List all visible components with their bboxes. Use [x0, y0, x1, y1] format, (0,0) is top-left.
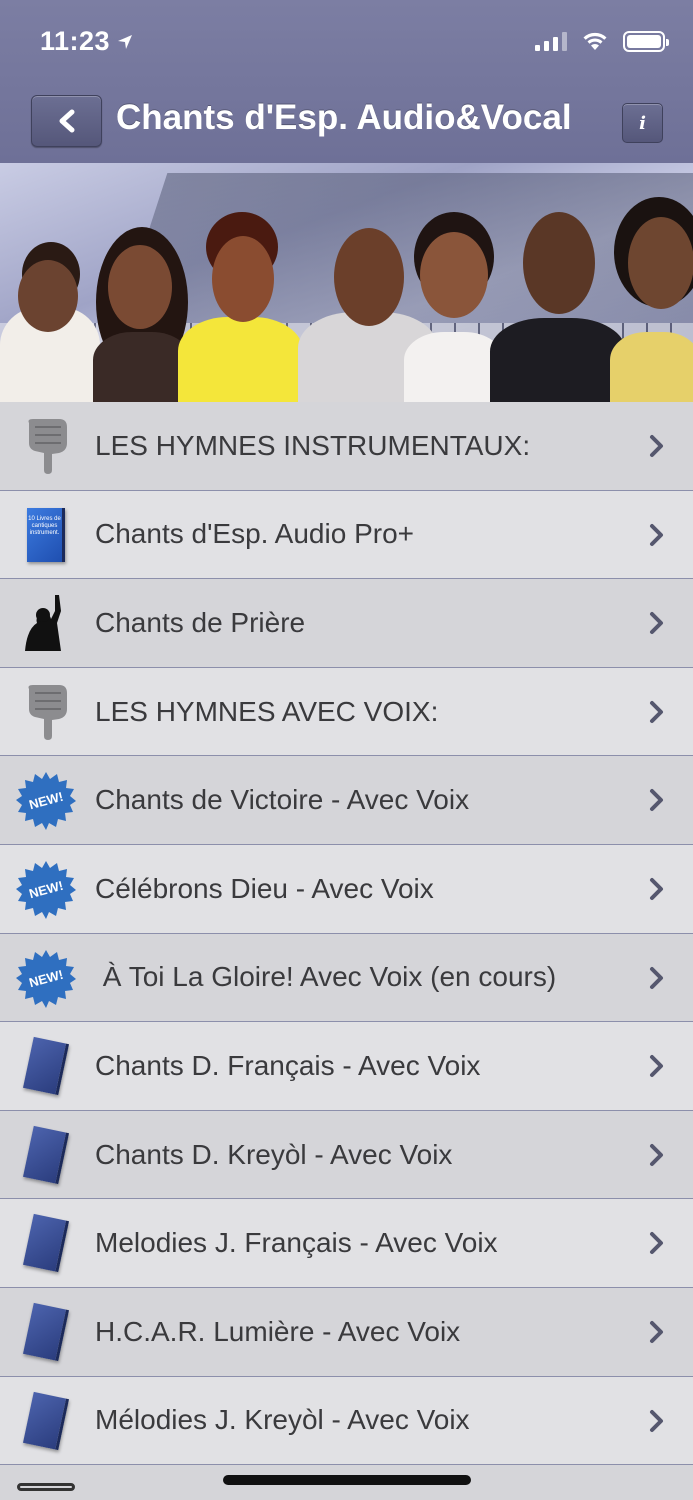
list-item-label: Chants D. Kreyòl - Avec Voix: [95, 1138, 453, 1170]
list-item-label: Chants de Prière: [95, 606, 306, 638]
pointing-hand-icon: [14, 414, 78, 478]
banner-image: [0, 163, 693, 402]
list-item-chants-de-priere[interactable]: Chants de Prière: [0, 579, 693, 668]
list-item-label: Chants de Victoire - Avec Voix: [95, 784, 470, 816]
menu-list: LES HYMNES INSTRUMENTAUX: 10 Livres de c…: [0, 402, 693, 1500]
singer-photo: [610, 197, 693, 402]
chevron-right-icon: [650, 789, 663, 812]
list-item-chants-d-kreyol[interactable]: Chants D. Kreyòl - Avec Voix: [0, 1110, 693, 1200]
page-title: Chants d'Esp. Audio&Vocal: [116, 98, 572, 137]
book-cover-text: 10 Livres de cantiques instrument.: [27, 507, 65, 562]
list-item-celebrons-dieu[interactable]: NEW! Célébrons Dieu - Avec Voix: [0, 844, 693, 934]
chevron-right-icon: [650, 966, 663, 989]
new-badge-icon: NEW!: [14, 857, 78, 921]
list-item-label: H.C.A.R. Lumière - Avec Voix: [95, 1315, 461, 1347]
location-arrow-icon: [118, 34, 133, 49]
back-button[interactable]: [31, 95, 102, 147]
new-badge-icon: NEW!: [14, 768, 78, 832]
list-item-vocal-header[interactable]: LES HYMNES AVEC VOIX:: [0, 667, 693, 757]
chevron-right-icon: [650, 612, 663, 635]
list-item-label: Chants d'Esp. Audio Pro+: [95, 518, 414, 550]
chevron-right-icon: [650, 1232, 663, 1255]
pointing-hand-icon: [14, 680, 78, 744]
cellular-signal-icon: [535, 31, 567, 51]
chevron-right-icon: [650, 435, 663, 457]
list-item-audio-pro[interactable]: 10 Livres de cantiques instrument. Chant…: [0, 490, 693, 580]
battery-icon: [623, 30, 669, 52]
list-item-melodies-j-francais[interactable]: Melodies J. Français - Avec Voix: [0, 1199, 693, 1288]
book-icon: [14, 1034, 78, 1098]
list-item-hcar-lumiere[interactable]: H.C.A.R. Lumière - Avec Voix: [0, 1287, 693, 1377]
wifi-icon: [583, 32, 607, 50]
book-icon: [14, 1389, 78, 1453]
chevron-right-icon: [650, 877, 663, 900]
list-item-label: LES HYMNES INSTRUMENTAUX:: [95, 429, 531, 461]
chevron-right-icon: [650, 523, 663, 546]
status-time-text: 11:23: [40, 26, 111, 56]
new-badge-icon: NEW!: [14, 946, 78, 1010]
list-item-label: LES HYMNES AVEC VOIX:: [95, 695, 439, 727]
chevron-right-icon: [650, 1409, 663, 1432]
list-item-instrumental-header[interactable]: LES HYMNES INSTRUMENTAUX:: [0, 402, 693, 491]
list-item-a-toi-la-gloire[interactable]: NEW! À Toi La Gloire! Avec Voix (en cour…: [0, 933, 693, 1023]
singer-photo: [0, 202, 100, 402]
book-icon: [14, 1211, 78, 1275]
book-icon: 10 Livres de cantiques instrument.: [14, 503, 78, 567]
singer-photo: [404, 212, 504, 402]
list-item-label: Mélodies J. Kreyòl - Avec Voix: [95, 1404, 470, 1436]
singer-photo: [490, 212, 626, 402]
list-item-label: Melodies J. Français - Avec Voix: [95, 1227, 498, 1259]
partial-icon: [14, 1477, 78, 1500]
list-item-chants-d-francais[interactable]: Chants D. Français - Avec Voix: [0, 1022, 693, 1111]
chevron-right-icon: [650, 1055, 663, 1078]
list-item-label: À Toi La Gloire! Avec Voix (en cours): [95, 961, 557, 993]
navigation-header: 11:23 Chants d'Esp. Audio&Vocal i: [0, 0, 693, 163]
singer-photo: [178, 212, 303, 402]
book-icon: [14, 1300, 78, 1364]
list-item-label: Chants D. Français - Avec Voix: [95, 1049, 481, 1081]
chevron-right-icon: [650, 1143, 663, 1166]
chevron-left-icon: [59, 109, 74, 133]
chevron-right-icon: [650, 700, 663, 723]
chevron-right-icon: [650, 1320, 663, 1343]
home-indicator[interactable]: [223, 1475, 471, 1485]
list-item-melodies-j-kreyol[interactable]: Mélodies J. Kreyòl - Avec Voix: [0, 1376, 693, 1466]
info-button[interactable]: i: [622, 103, 663, 143]
list-item-chants-de-victoire[interactable]: NEW! Chants de Victoire - Avec Voix: [0, 756, 693, 845]
book-icon: [14, 1123, 78, 1187]
status-time: 11:23: [40, 26, 134, 57]
list-item-label: Célébrons Dieu - Avec Voix: [95, 872, 434, 904]
status-indicators: [535, 30, 669, 52]
praying-person-icon: [14, 591, 78, 655]
